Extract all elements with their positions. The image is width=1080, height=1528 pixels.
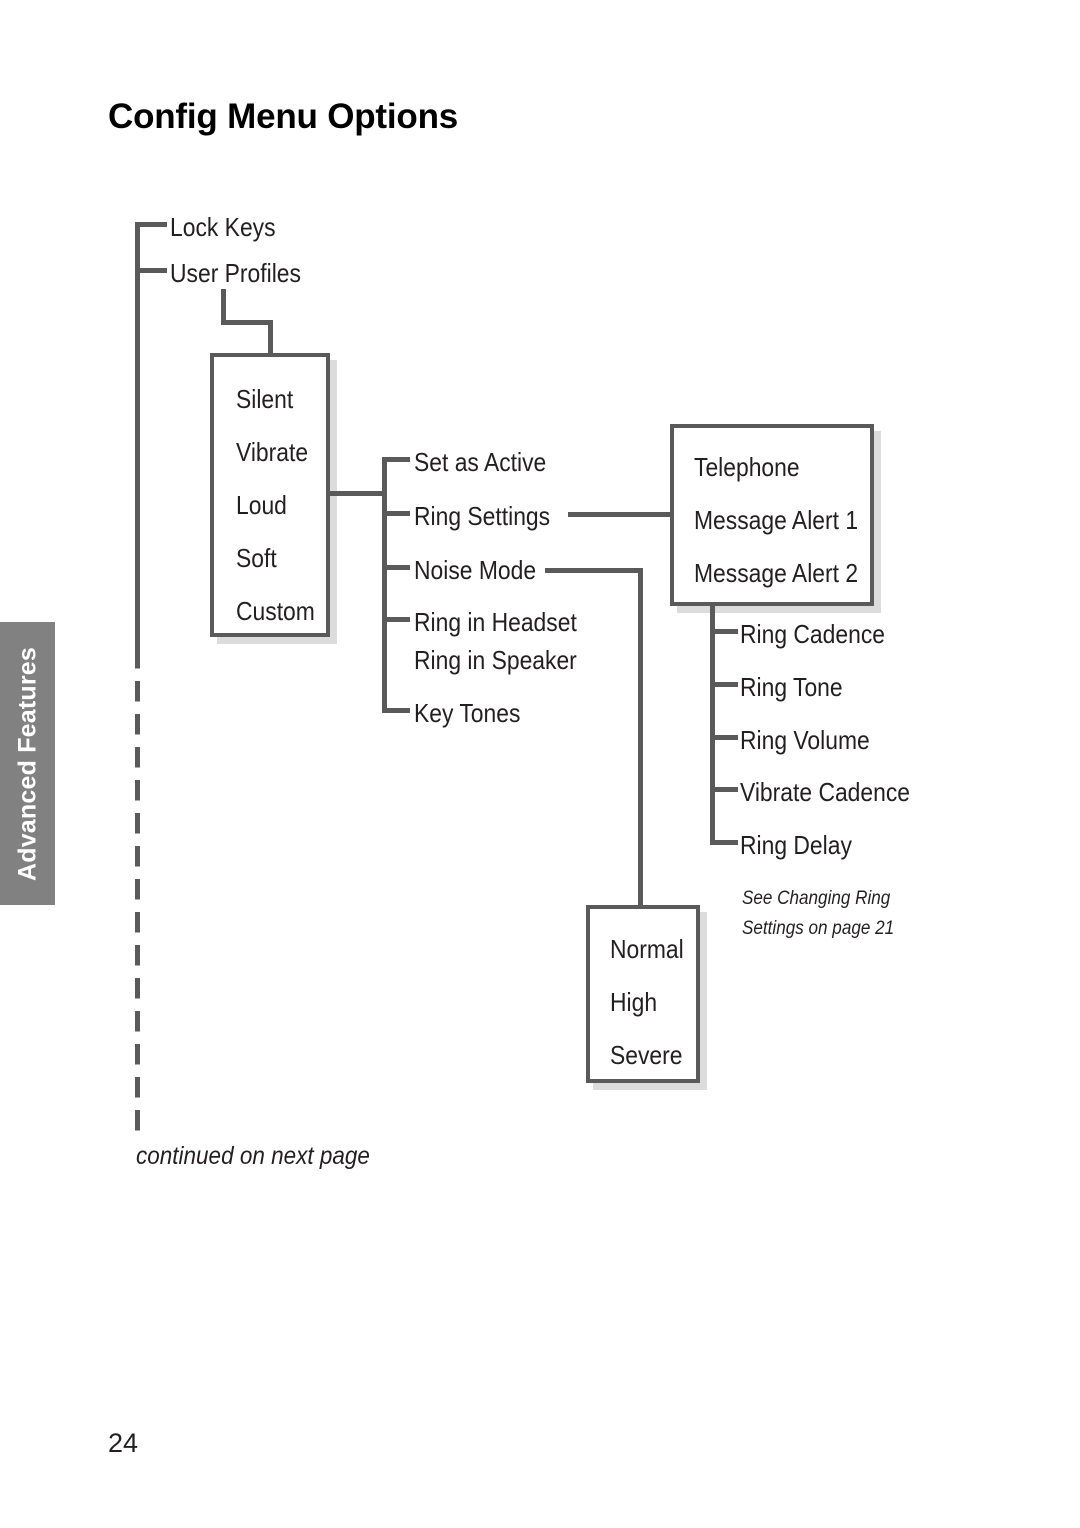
noise-mode-item-severe[interactable]: Severe (610, 1042, 683, 1068)
branch-line-set-as-active (382, 457, 410, 462)
tree-node-vibrate-cadence[interactable]: Vibrate Cadence (740, 779, 910, 805)
tree-node-lock-keys[interactable]: Lock Keys (170, 214, 276, 240)
noise-mode-item-high[interactable]: High (610, 989, 657, 1015)
profiles-box-item-soft[interactable]: Soft (236, 545, 277, 571)
connector-noise-mode-down (638, 568, 643, 908)
page-title: Config Menu Options (108, 97, 459, 136)
tree-node-ring-cadence[interactable]: Ring Cadence (740, 621, 885, 647)
ring-targets-item-message-alert-1[interactable]: Message Alert 1 (694, 507, 858, 533)
ring-targets-box: Telephone Message Alert 1 Message Alert … (670, 424, 874, 606)
ring-targets-item-message-alert-2[interactable]: Message Alert 2 (694, 560, 858, 586)
section-tab-label: Advanced Features (13, 646, 41, 881)
connector-ring-settings-to-targets (568, 512, 676, 517)
profiles-box-item-loud[interactable]: Loud (236, 492, 287, 518)
branch-line-ring-in-headset (382, 617, 410, 622)
tree-node-ring-volume[interactable]: Ring Volume (740, 727, 870, 753)
manual-page: Config Menu Options Advanced Features Lo… (0, 0, 1080, 1528)
root-spine-line (135, 222, 140, 650)
section-tab-advanced-features: Advanced Features (0, 622, 55, 905)
branch-line-noise-mode (382, 565, 410, 570)
branch-line-key-tones (382, 708, 410, 713)
branch-line-ring-settings (382, 511, 410, 516)
branch-line-ring-volume (710, 735, 738, 740)
noise-mode-item-normal[interactable]: Normal (610, 936, 684, 962)
profiles-box-item-silent[interactable]: Silent (236, 386, 293, 412)
page-number: 24 (108, 1428, 139, 1458)
connector-profiles-to-actions (330, 491, 385, 496)
actions-spine-line (382, 457, 387, 711)
ring-settings-note-line-1: See Changing Ring (742, 888, 891, 909)
root-spine-dashed-continuation (135, 648, 140, 1140)
profiles-box-item-custom[interactable]: Custom (236, 598, 315, 624)
profiles-box-item-vibrate[interactable]: Vibrate (236, 439, 308, 465)
profiles-box: Silent Vibrate Loud Soft Custom (210, 353, 330, 637)
noise-mode-box: Normal High Severe (586, 905, 700, 1083)
branch-line-ring-delay (710, 840, 738, 845)
tree-node-ring-in-headset[interactable]: Ring in Headset (414, 609, 577, 635)
tree-node-key-tones[interactable]: Key Tones (414, 700, 520, 726)
tree-node-ring-tone[interactable]: Ring Tone (740, 674, 843, 700)
branch-line-vibrate-cadence (710, 787, 738, 792)
ring-settings-spine-line (710, 606, 715, 840)
branch-line-lock-keys (135, 222, 167, 227)
branch-line-user-profiles (135, 268, 167, 273)
connector-noise-mode-right (545, 568, 643, 573)
ring-settings-note-line-2: Settings on page 21 (742, 918, 895, 939)
continued-note: continued on next page (136, 1142, 370, 1170)
tree-node-ring-in-speaker[interactable]: Ring in Speaker (414, 647, 577, 673)
tree-node-set-as-active[interactable]: Set as Active (414, 449, 546, 475)
connector-user-profiles-to-box (268, 320, 273, 356)
connector-user-profiles-right (221, 320, 273, 325)
tree-node-ring-delay[interactable]: Ring Delay (740, 832, 852, 858)
tree-node-noise-mode[interactable]: Noise Mode (414, 557, 536, 583)
branch-line-ring-cadence (710, 629, 738, 634)
tree-node-user-profiles[interactable]: User Profiles (170, 260, 301, 286)
branch-line-ring-tone (710, 682, 738, 687)
tree-node-ring-settings[interactable]: Ring Settings (414, 503, 550, 529)
ring-targets-item-telephone[interactable]: Telephone (694, 454, 800, 480)
